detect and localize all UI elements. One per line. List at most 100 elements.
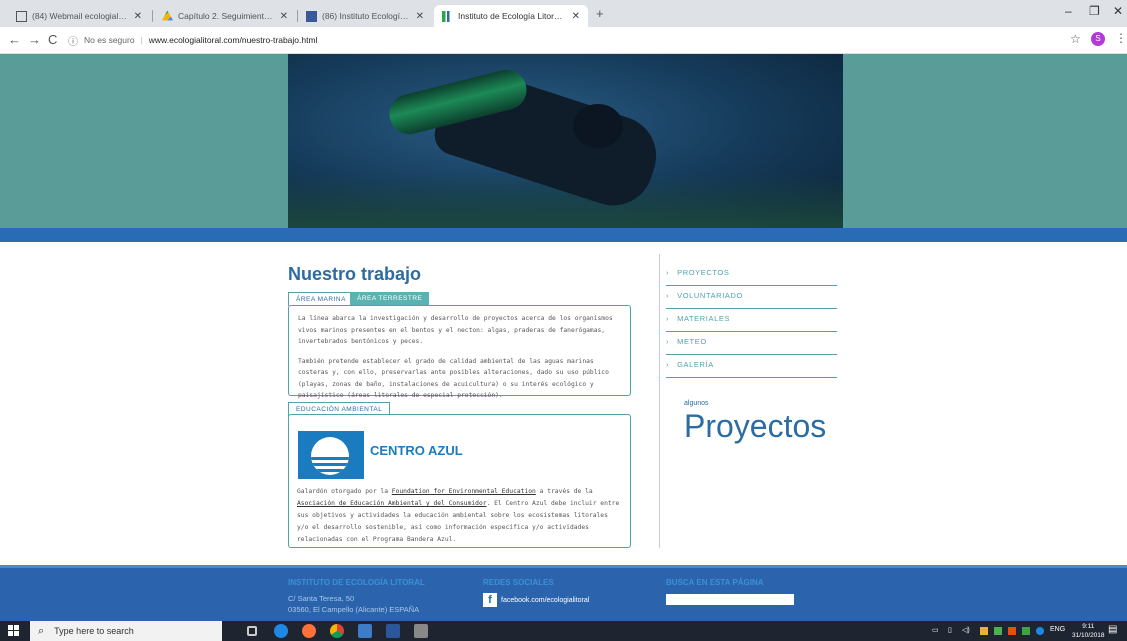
browser-tab-drive[interactable]: Capítulo 2. Seguimiento de las p ✕ [154, 5, 296, 27]
browser-tab-webmail[interactable]: (84) Webmail ecologialitoral.com ✕ [8, 5, 150, 27]
site-favicon-icon [442, 10, 453, 22]
marine-paragraph-2: También pretende establecer el grado de … [298, 357, 609, 400]
sidebar-item-meteo[interactable]: › METEO [666, 332, 837, 355]
language-indicator[interactable]: ENG [1050, 626, 1065, 633]
reload-icon[interactable]: C [48, 32, 57, 47]
notification-icon[interactable]: ▤ [1108, 624, 1117, 635]
sidebar-item-proyectos[interactable]: › PROYECTOS [666, 263, 837, 286]
clock-time: 9:11 [1082, 623, 1095, 630]
footer-search-input[interactable] [666, 594, 794, 605]
sidebar-item-materiales[interactable]: › MATERIALES [666, 309, 837, 332]
banner-stripe [0, 228, 1127, 242]
adeac-link[interactable]: Asociación de Educación Ambiental y del … [297, 500, 487, 507]
close-icon[interactable]: ✕ [416, 11, 424, 22]
menu-label: METEO [677, 337, 707, 346]
diver-photo [288, 54, 843, 228]
facebook-link-text: facebook.com/ecologialitoral [501, 596, 590, 604]
diver-head-shape [573, 104, 623, 148]
bookmark-star-icon[interactable]: ☆ [1070, 32, 1081, 46]
back-arrow-icon[interactable]: ← [8, 32, 21, 47]
tab-area-terrestre[interactable]: ÁREA TERRESTRE [350, 292, 430, 306]
chevron-right-icon: › [666, 337, 670, 346]
photos-icon[interactable] [414, 624, 428, 638]
footer-social-title: REDES SOCIALES [483, 578, 554, 587]
url-field[interactable]: ⓘ No es seguro | www.ecologialitoral.com… [68, 30, 1048, 50]
proyectos-heading[interactable]: Proyectos [684, 408, 826, 445]
new-tab-button[interactable]: + [596, 6, 604, 21]
text-segment: Galardón otorgado por la [297, 488, 392, 495]
profile-avatar[interactable]: S [1091, 32, 1105, 46]
algunos-label: algunos [684, 400, 709, 407]
menu-label: MATERIALES [677, 314, 731, 323]
tray-app-icon[interactable] [1008, 627, 1016, 635]
menu-label: PROYECTOS [677, 268, 730, 277]
edge-icon[interactable] [274, 624, 288, 638]
tray-app-icon[interactable] [1022, 627, 1030, 635]
browser-tab-facebook[interactable]: (86) Instituto Ecología Litoral - In ✕ [298, 5, 432, 27]
url-separator: | [140, 35, 143, 45]
url-text: www.ecologialitoral.com/nuestro-trabajo.… [148, 35, 318, 45]
fee-link[interactable]: Foundation for Environmental Education [392, 488, 536, 495]
column-divider [659, 254, 660, 548]
close-icon[interactable]: ✕ [134, 11, 142, 22]
tray-app-icon[interactable] [1036, 627, 1044, 635]
network-icon[interactable]: ▭ [932, 626, 939, 634]
menu-kebab-icon[interactable]: ⋮ [1115, 31, 1127, 45]
browser-tab-bar: (84) Webmail ecologialitoral.com ✕ Capít… [0, 0, 1127, 27]
security-label: No es seguro [84, 35, 135, 45]
centro-azul-text: Galardón otorgado por la Foundation for … [297, 486, 623, 546]
tab-title: (84) Webmail ecologialitoral.com [32, 11, 128, 21]
chevron-right-icon: › [666, 360, 670, 369]
window-close-icon[interactable]: ✕ [1113, 4, 1123, 18]
word-icon[interactable] [386, 624, 400, 638]
restore-icon[interactable]: ❐ [1089, 4, 1100, 18]
chevron-right-icon: › [666, 291, 670, 300]
footer-search-title: BUSCA EN ESTA PÁGINA [666, 578, 764, 587]
page-title: Nuestro trabajo [288, 264, 422, 284]
tab-area-marina[interactable]: ÁREA MARINA [288, 292, 354, 306]
sidebar-item-voluntariado[interactable]: › VOLUNTARIADO [666, 286, 837, 309]
volume-icon[interactable]: ◁) [962, 626, 970, 634]
mail-icon [16, 10, 27, 22]
drive-icon [162, 10, 173, 21]
wave-line [311, 469, 349, 472]
text-segment: a través de la [535, 488, 593, 495]
tray-app-icon[interactable] [994, 627, 1002, 635]
tab-title: Capítulo 2. Seguimiento de las p [178, 11, 274, 21]
centro-azul-logo [298, 431, 364, 479]
firefox-icon[interactable] [302, 624, 316, 638]
facebook-icon [306, 10, 317, 22]
tab-title: (86) Instituto Ecología Litoral - In [322, 11, 410, 21]
close-icon[interactable]: ✕ [572, 11, 580, 22]
browser-tab-active[interactable]: Instituto de Ecología Litoral :: Nu ✕ [434, 5, 588, 27]
sidebar-item-galeria[interactable]: › GALERÍA [666, 355, 837, 378]
taskbar-search-box[interactable]: ⌕ Type here to search [30, 621, 222, 641]
task-view-icon[interactable] [247, 626, 257, 636]
taskbar-search-placeholder: Type here to search [54, 626, 134, 636]
forward-arrow-icon[interactable]: → [28, 32, 41, 47]
wave-logo-icon [311, 437, 349, 475]
battery-icon[interactable]: ▯ [948, 626, 952, 634]
footer-org-title: INSTITUTO DE ECOLOGÍA LITORAL [288, 578, 425, 587]
file-explorer-icon[interactable] [358, 624, 372, 638]
footer-address-line1: C/ Santa Teresa, 50 [288, 594, 355, 603]
menu-label: VOLUNTARIADO [677, 291, 743, 300]
facebook-link[interactable]: f facebook.com/ecologialitoral [483, 593, 589, 607]
info-icon[interactable]: ⓘ [68, 33, 78, 48]
tab-title: Instituto de Ecología Litoral :: Nu [458, 11, 566, 21]
address-bar: ← → C ⓘ No es seguro | www.ecologialitor… [0, 27, 1127, 54]
tray-app-icon[interactable] [980, 627, 988, 635]
windows-taskbar: ⌕ Type here to search ▭ ▯ ◁) ENG ▤ [0, 621, 1127, 641]
close-icon[interactable]: ✕ [280, 11, 288, 22]
chevron-right-icon: › [666, 268, 670, 277]
facebook-icon: f [483, 593, 497, 607]
chrome-icon[interactable] [330, 624, 344, 638]
wave-line [311, 463, 349, 466]
marine-panel: La línea abarca la investigación y desar… [288, 305, 631, 399]
marine-paragraph-1: La línea abarca la investigación y desar… [298, 315, 613, 345]
windows-start-icon[interactable] [8, 625, 20, 637]
search-icon: ⌕ [38, 624, 45, 637]
minimize-icon[interactable]: – [1065, 4, 1072, 18]
chevron-right-icon: › [666, 314, 670, 323]
taskbar-clock[interactable]: 9:11 31/10/2018 [1072, 622, 1105, 640]
